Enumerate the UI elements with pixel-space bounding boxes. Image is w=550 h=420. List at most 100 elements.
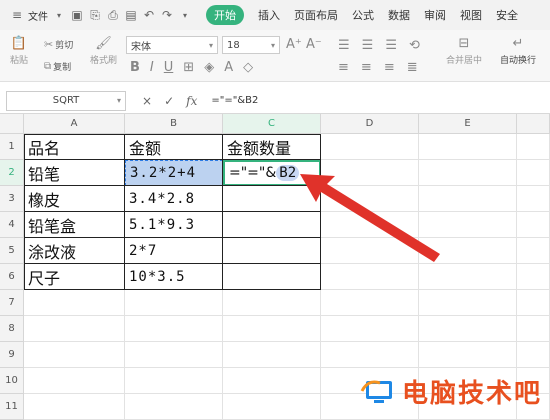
empty-cell[interactable]	[125, 342, 223, 368]
empty-cell[interactable]	[125, 368, 223, 394]
empty-cell[interactable]	[517, 264, 550, 290]
save-icon[interactable]: ▣	[70, 8, 84, 22]
align-bottom-icon[interactable]: ☰	[385, 38, 397, 53]
font-family-select[interactable]: 宋体 ▾	[126, 36, 218, 54]
cell-a4[interactable]: 铅笔盒	[24, 212, 125, 238]
empty-cell[interactable]	[321, 342, 419, 368]
empty-cell[interactable]	[24, 342, 125, 368]
cell-b5[interactable]: 2*7	[125, 238, 223, 264]
file-menu[interactable]: 文件	[28, 8, 48, 23]
empty-cell[interactable]	[517, 342, 550, 368]
orientation-icon[interactable]: ⟲	[409, 38, 420, 53]
empty-cell[interactable]	[419, 238, 517, 264]
empty-cell[interactable]	[223, 342, 321, 368]
empty-cell[interactable]	[419, 212, 517, 238]
font-color-icon[interactable]: A	[224, 60, 233, 75]
empty-cell[interactable]	[321, 134, 419, 160]
align-middle-icon[interactable]: ☰	[362, 38, 374, 53]
cell-a3[interactable]: 橡皮	[24, 186, 125, 212]
fx-icon[interactable]: fx	[186, 94, 197, 108]
column-header-f[interactable]	[517, 114, 550, 134]
row-header-1[interactable]: 1	[0, 134, 24, 160]
increase-font-icon[interactable]: A⁺	[286, 37, 302, 52]
cell-c4[interactable]	[223, 212, 321, 238]
row-header-4[interactable]: 4	[0, 212, 24, 238]
empty-cell[interactable]	[517, 238, 550, 264]
tab-formulas[interactable]: 公式	[352, 7, 374, 23]
cell-b6[interactable]: 10*3.5	[125, 264, 223, 290]
empty-cell[interactable]	[223, 316, 321, 342]
cell-b3[interactable]: 3.4*2.8	[125, 186, 223, 212]
empty-cell[interactable]	[517, 134, 550, 160]
empty-cell[interactable]	[419, 264, 517, 290]
empty-cell[interactable]	[419, 186, 517, 212]
align-top-icon[interactable]: ☰	[338, 38, 350, 53]
empty-cell[interactable]	[321, 264, 419, 290]
cut-button[interactable]: ✂ 剪切	[44, 38, 73, 51]
cell-c1[interactable]: 金额数量	[223, 134, 321, 160]
confirm-icon[interactable]: ✓	[164, 94, 174, 108]
print-icon[interactable]: ⎙	[106, 8, 120, 22]
column-header-a[interactable]: A	[24, 114, 125, 134]
wrap-text-button[interactable]: ↵ 自动换行	[500, 36, 536, 66]
align-right-icon[interactable]: ≡	[384, 60, 395, 75]
select-all-corner[interactable]	[0, 114, 24, 134]
empty-cell[interactable]	[419, 134, 517, 160]
cell-b1[interactable]: 金额	[125, 134, 223, 160]
row-header-8[interactable]: 8	[0, 316, 24, 342]
tab-security[interactable]: 安全	[496, 7, 518, 23]
row-header-7[interactable]: 7	[0, 290, 24, 316]
format-painter-button[interactable]: 🖌 格式刷	[90, 36, 117, 66]
empty-cell[interactable]	[24, 368, 125, 394]
align-center-icon[interactable]: ≡	[361, 60, 372, 75]
empty-cell[interactable]	[223, 394, 321, 420]
cell-c6[interactable]	[223, 264, 321, 290]
empty-cell[interactable]	[321, 212, 419, 238]
row-header-11[interactable]: 11	[0, 394, 24, 420]
empty-cell[interactable]	[125, 290, 223, 316]
column-header-c[interactable]: C	[223, 114, 321, 134]
tab-page-layout[interactable]: 页面布局	[294, 7, 338, 23]
empty-cell[interactable]	[517, 316, 550, 342]
cell-b4[interactable]: 5.1*9.3	[125, 212, 223, 238]
column-header-e[interactable]: E	[419, 114, 517, 134]
align-left-icon[interactable]: ≡	[338, 60, 349, 75]
cell-a2[interactable]: 铅笔	[24, 160, 125, 186]
empty-cell[interactable]	[321, 290, 419, 316]
empty-cell[interactable]	[223, 368, 321, 394]
tab-home[interactable]: 开始	[206, 5, 244, 25]
empty-cell[interactable]	[419, 316, 517, 342]
font-size-select[interactable]: 18 ▾	[222, 36, 280, 54]
cell-c5[interactable]	[223, 238, 321, 264]
empty-cell[interactable]	[321, 316, 419, 342]
empty-cell[interactable]	[24, 316, 125, 342]
row-header-9[interactable]: 9	[0, 342, 24, 368]
decrease-font-icon[interactable]: A⁻	[306, 37, 322, 52]
empty-cell[interactable]	[517, 186, 550, 212]
empty-cell[interactable]	[517, 290, 550, 316]
chevron-down-icon[interactable]: ▾	[52, 8, 66, 22]
tab-review[interactable]: 审阅	[424, 7, 446, 23]
column-header-b[interactable]: B	[125, 114, 223, 134]
undo-icon[interactable]: ↶	[142, 8, 156, 22]
border-icon[interactable]: ⊞	[183, 60, 194, 75]
fill-color-icon[interactable]: ◈	[204, 60, 214, 75]
copy-button[interactable]: ⧉ 复制	[44, 60, 71, 73]
preview-icon[interactable]: ▤	[124, 8, 138, 22]
empty-cell[interactable]	[321, 238, 419, 264]
cell-c3[interactable]	[223, 186, 321, 212]
formula-input[interactable]: ="="&B2	[211, 95, 258, 106]
merge-center-button[interactable]: ⊟ 合并居中	[446, 36, 482, 66]
empty-cell[interactable]	[517, 212, 550, 238]
empty-cell[interactable]	[125, 316, 223, 342]
cell-a5[interactable]: 涂改液	[24, 238, 125, 264]
cell-a1[interactable]: 品名	[24, 134, 125, 160]
name-box[interactable]: SQRT ▾	[6, 90, 126, 111]
empty-cell[interactable]	[321, 186, 419, 212]
italic-icon[interactable]: I	[150, 60, 154, 75]
row-header-10[interactable]: 10	[0, 368, 24, 394]
empty-cell[interactable]	[321, 160, 419, 186]
empty-cell[interactable]	[517, 160, 550, 186]
column-header-d[interactable]: D	[321, 114, 419, 134]
redo-icon[interactable]: ↷	[160, 8, 174, 22]
